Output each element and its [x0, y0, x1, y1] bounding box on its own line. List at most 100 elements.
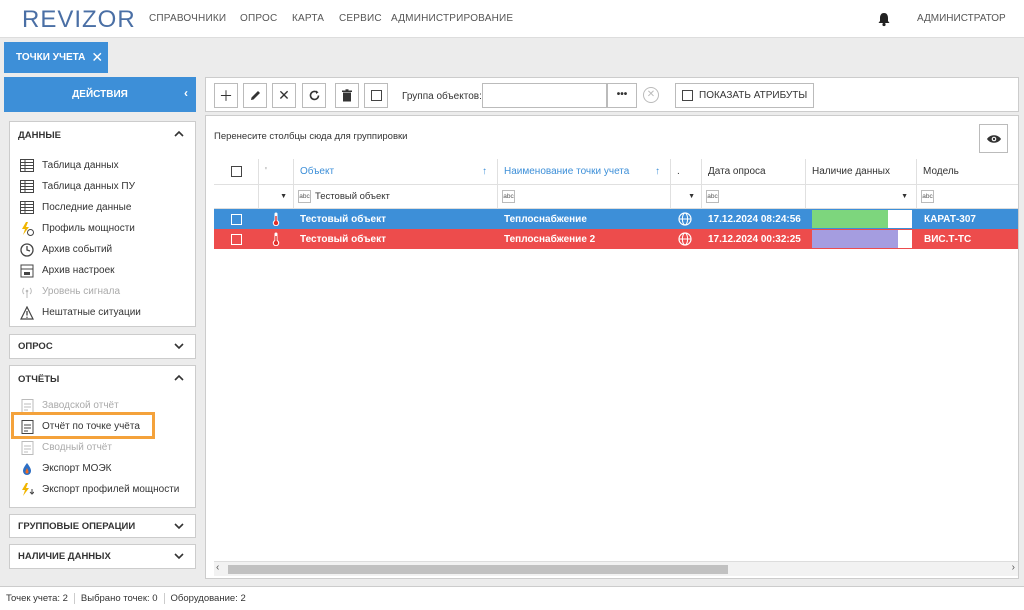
chevron-up-icon[interactable] — [173, 372, 185, 384]
filter-dropdown[interactable]: ▼ — [259, 184, 294, 209]
nav-directories[interactable]: СПРАВОЧНИКИ — [149, 13, 226, 24]
filter-object[interactable]: abc Тестовый объект — [294, 184, 498, 209]
panel-title: ОПРОС — [18, 341, 53, 352]
data-menu-item[interactable]: Таблица данных ПУ — [10, 176, 195, 197]
header-point-name-label: Наименование точки учета — [504, 166, 630, 177]
column-visibility-button[interactable] — [979, 124, 1008, 153]
pencil-icon — [250, 91, 260, 100]
signal-icon — [20, 285, 34, 299]
report-menu-item-label: Экспорт профилей мощности — [42, 484, 180, 495]
row-point-name: Теплоснабжение 2 — [504, 233, 596, 245]
text-filter-icon[interactable]: abc — [502, 190, 515, 203]
data-menu-item[interactable]: Последние данные — [10, 197, 195, 218]
data-menu-item-label: Нештатные ситуации — [42, 307, 141, 318]
filter-cell-empty — [214, 184, 259, 209]
show-attributes-button[interactable]: ПОКАЗАТЬ АТРИБУТЫ — [675, 83, 814, 108]
nav-poll[interactable]: ОПРОС — [240, 13, 277, 24]
header-object[interactable]: Объект ↑ — [294, 159, 498, 184]
data-menu-item[interactable]: Нештатные ситуации — [10, 302, 195, 323]
header-model[interactable]: Модель — [917, 159, 1018, 184]
tab-label: ТОЧКИ УЧЕТА — [16, 52, 86, 63]
filter-poll-date[interactable]: abc — [702, 184, 806, 209]
filter-model[interactable]: abc — [917, 184, 1018, 209]
checkbox-icon[interactable] — [230, 166, 242, 177]
globe-icon[interactable] — [678, 209, 692, 229]
report-menu-item[interactable]: Экспорт профилей мощности — [10, 479, 195, 500]
panel-group-ops-header[interactable]: ГРУППОВЫЕ ОПЕРАЦИИ — [10, 515, 195, 537]
filter-object-value[interactable]: Тестовый объект — [315, 191, 390, 202]
horizontal-scrollbar[interactable]: ‹ › — [214, 561, 1018, 576]
data-menu-item[interactable]: Профиль мощности — [10, 218, 195, 239]
user-menu[interactable]: АДМИНИСТРАТОР — [917, 13, 1006, 24]
filter-point-name[interactable]: abc — [498, 184, 671, 209]
filter-data-presence[interactable]: ▼ — [806, 184, 917, 209]
nav-service[interactable]: СЕРВИС — [339, 13, 382, 24]
table-icon — [20, 201, 34, 215]
status-points-count: Точек учета: 2 — [0, 593, 75, 604]
chevron-down-icon[interactable] — [173, 340, 185, 352]
panel-reports-header[interactable]: ОТЧЁТЫ — [10, 366, 195, 392]
edit-button[interactable] — [243, 83, 267, 108]
delete-button[interactable]: ✕ — [272, 83, 296, 108]
panel-data-availability[interactable]: НАЛИЧИЕ ДАННЫХ — [9, 544, 196, 569]
chevron-left-icon[interactable]: ‹ — [184, 86, 188, 100]
scroll-left-icon[interactable]: ‹ — [216, 562, 219, 573]
tab-metering-points[interactable]: ТОЧКИ УЧЕТА ✕ — [4, 42, 108, 73]
table-icon — [20, 180, 34, 194]
data-menu-item[interactable]: Таблица данных — [10, 155, 195, 176]
data-grid: Перенесите столбцы сюда для группировки … — [205, 115, 1019, 579]
row-checkbox[interactable] — [231, 229, 242, 249]
header-data-presence[interactable]: Наличие данных — [806, 159, 917, 184]
clear-icon[interactable]: ✕ — [643, 87, 659, 103]
nav-administration[interactable]: АДМИНИСТРИРОВАНИЕ — [391, 13, 513, 24]
filter-dot-dropdown[interactable]: ▼ — [671, 184, 702, 209]
text-filter-icon[interactable]: abc — [298, 190, 311, 203]
report-menu-item-label: Заводской отчёт — [42, 400, 119, 411]
status-bar: Точек учета: 2 Выбрано точек: 0 Оборудов… — [0, 586, 1024, 610]
report-menu-item[interactable]: Экспорт МОЭК — [10, 458, 195, 479]
thermometer-icon — [271, 209, 281, 229]
table-row[interactable]: Тестовый объект Теплоснабжение 2 17.12.202… — [214, 229, 1018, 249]
row-poll-date: 17.12.2024 08:24:56 — [708, 213, 801, 225]
refresh-icon — [309, 90, 319, 101]
data-menu-item-label: Последние данные — [42, 202, 132, 213]
header-select-all[interactable] — [214, 159, 259, 184]
actions-header[interactable]: ДЕЙСТВИЯ ‹ — [4, 77, 196, 112]
group-objects-input[interactable] — [482, 83, 607, 108]
header-point-name[interactable]: Наименование точки учета ↑ — [498, 159, 671, 184]
refresh-button[interactable] — [302, 83, 326, 108]
add-button[interactable]: ＋ — [214, 83, 238, 108]
data-menu-item[interactable]: Архив событий — [10, 239, 195, 260]
panel-poll-header[interactable]: ОПРОС — [10, 335, 195, 358]
group-objects-more-button[interactable]: ••• — [607, 83, 637, 108]
dropdown-arrow-icon: ▼ — [901, 193, 908, 200]
close-icon[interactable]: ✕ — [91, 49, 103, 66]
status-equipment-count: Оборудование: 2 — [170, 593, 246, 604]
panel-group-ops[interactable]: ГРУППОВЫЕ ОПЕРАЦИИ — [9, 514, 196, 538]
text-filter-icon[interactable]: abc — [921, 190, 934, 203]
panel-data: ДАННЫЕ Таблица данных Таблица данных ПУ По… — [9, 121, 196, 327]
bell-icon[interactable] — [876, 11, 892, 27]
chevron-up-icon[interactable] — [173, 128, 185, 140]
chevron-down-icon[interactable] — [173, 550, 185, 562]
select-all-button[interactable] — [364, 83, 388, 108]
chevron-down-icon[interactable] — [173, 520, 185, 532]
dropdown-arrow-icon: ▼ — [280, 193, 287, 200]
panel-poll[interactable]: ОПРОС — [9, 334, 196, 359]
trash-button[interactable] — [335, 83, 359, 108]
table-row[interactable]: Тестовый объект Теплоснабжение 17.12.2024 … — [214, 209, 1018, 229]
header-dot[interactable]: . — [671, 159, 702, 184]
panel-data-header[interactable]: ДАННЫЕ — [10, 122, 195, 148]
scrollbar-thumb[interactable] — [228, 565, 728, 574]
data-menu-item[interactable]: Архив настроек — [10, 260, 195, 281]
text-filter-icon[interactable]: abc — [706, 190, 719, 203]
header-poll-date[interactable]: Дата опроса — [702, 159, 806, 184]
checkbox-icon — [682, 90, 693, 101]
data-presence-bar — [812, 210, 888, 228]
nav-map[interactable]: КАРТА — [292, 13, 324, 24]
data-menu-item-label: Уровень сигнала — [42, 286, 121, 297]
panel-availability-header[interactable]: НАЛИЧИЕ ДАННЫХ — [10, 545, 195, 568]
row-checkbox[interactable] — [231, 209, 242, 229]
scroll-right-icon[interactable]: › — [1012, 562, 1015, 573]
globe-icon[interactable] — [678, 229, 692, 249]
